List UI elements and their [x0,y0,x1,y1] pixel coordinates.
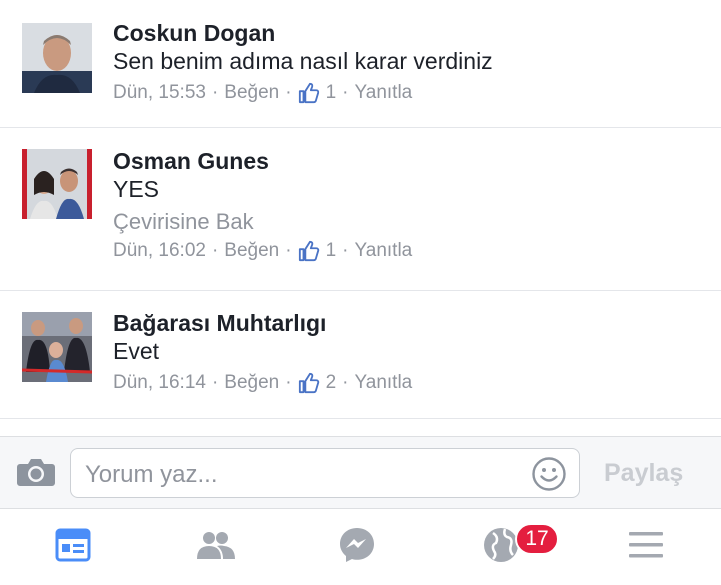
like-link[interactable]: Beğen [224,371,279,395]
like-count[interactable]: 1 [326,239,337,263]
separator: · [342,240,349,261]
reply-link[interactable]: Yanıtla [354,81,412,105]
comment-input-placeholder: Yorum yaz... [85,461,218,488]
share-button[interactable]: Paylaş [604,459,683,488]
smiley-icon[interactable] [531,456,567,492]
comment-item: Coskun Dogan Sen benim adıma nasıl karar… [0,20,721,120]
comment-meta: Dün, 15:53 · Beğen · 1 · Yanıtla [113,81,701,105]
like-link[interactable]: Beğen [224,239,279,263]
avatar[interactable] [22,312,92,382]
like-count[interactable]: 1 [326,81,337,105]
separator: · [211,240,219,261]
separator: · [211,372,219,393]
thumbs-up-icon [298,82,320,104]
see-translation-link[interactable]: Çevirisine Bak [113,208,701,236]
comments-list: Coskun Dogan Sen benim adıma nasıl karar… [0,0,721,436]
comment-item: Osman Gunes YES Çevirisine Bak Dün, 16:0… [0,148,721,278]
separator: · [211,82,219,103]
avatar[interactable] [22,23,92,93]
separator: · [342,82,349,103]
comment-body: Osman Gunes YES Çevirisine Bak Dün, 16:0… [113,148,701,263]
notification-badge: 17 [515,523,559,555]
divider [0,290,721,291]
comment-time: Dün, 15:53 [113,82,206,103]
commenter-name[interactable]: Osman Gunes [113,148,701,174]
comment-text: Sen benim adıma nasıl karar verdiniz [113,48,493,74]
commenter-name[interactable]: Bağarası Muhtarlıgı [113,310,701,336]
menu-icon[interactable] [624,523,668,567]
commenter-name[interactable]: Coskun Dogan [113,20,701,46]
separator: · [342,372,349,393]
avatar[interactable] [22,149,92,219]
comment-time: Dün, 16:14 [113,372,206,393]
comment-input[interactable]: Yorum yaz... [70,448,580,498]
like-link[interactable]: Beğen [224,81,279,105]
separator: · [285,372,292,393]
comment-meta: Dün, 16:02 · Beğen · 1 · Yanıtla [113,239,701,263]
separator: · [285,82,292,103]
comment-meta: Dün, 16:14 · Beğen · 2 · Yanıtla [113,371,701,395]
news-feed-icon[interactable] [51,523,95,567]
reply-link[interactable]: Yanıtla [354,371,412,395]
camera-icon[interactable] [17,456,55,488]
messenger-icon[interactable] [335,523,379,567]
comment-composer: Yorum yaz... Paylaş [0,436,721,508]
like-count[interactable]: 2 [326,371,337,395]
divider [0,418,721,419]
comment-time: Dün, 16:02 [113,240,206,261]
bottom-tab-bar [0,508,721,585]
reply-link[interactable]: Yanıtla [354,239,412,263]
friends-icon[interactable] [193,523,237,567]
comment-body: Coskun Dogan Sen benim adıma nasıl karar… [113,20,701,105]
separator: · [285,240,292,261]
divider [0,127,721,128]
thumbs-up-icon [298,240,320,262]
comment-text: Evet [113,338,160,364]
comment-item: Bağarası Muhtarlıgı Evet Dün, 16:14 · Be… [0,310,721,410]
comment-text: YES [113,176,160,202]
thumbs-up-icon [298,372,320,394]
comment-body: Bağarası Muhtarlıgı Evet Dün, 16:14 · Be… [113,310,701,395]
